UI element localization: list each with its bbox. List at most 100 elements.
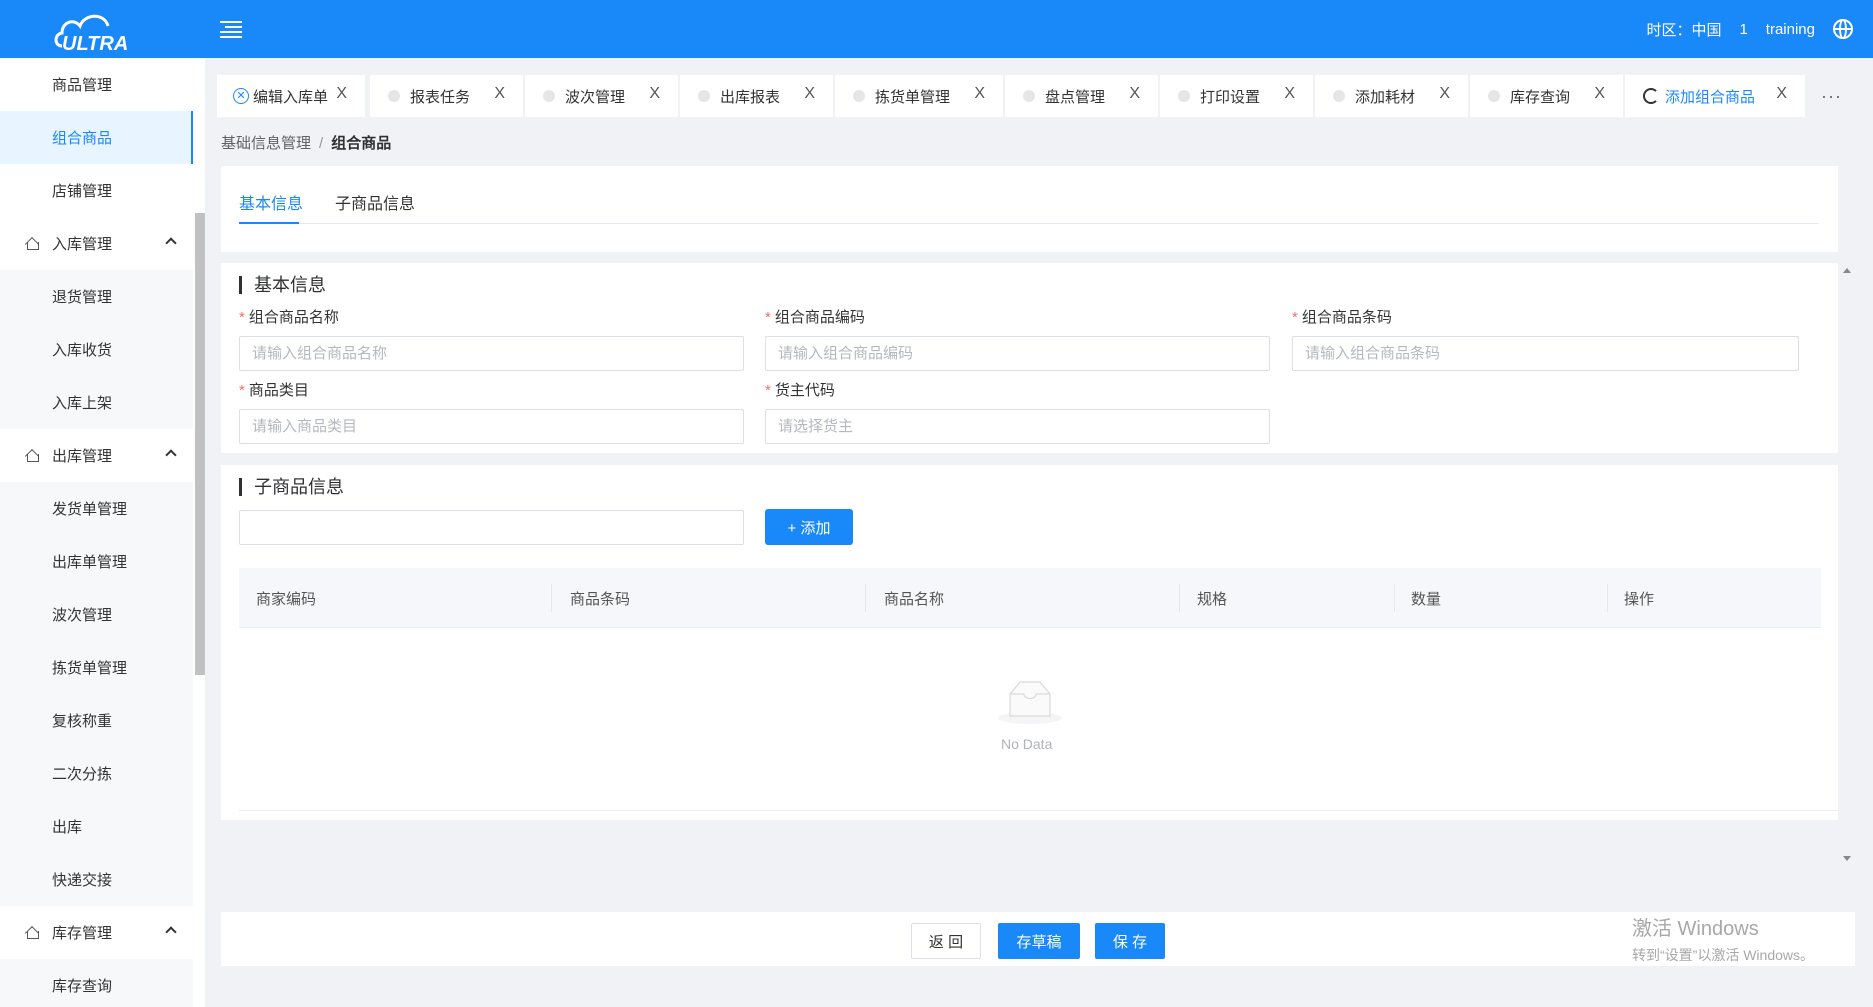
sidebar-group-outbound[interactable]: 出库管理 xyxy=(0,429,193,482)
sidebar-item-outbound-orders[interactable]: 出库单管理 xyxy=(0,535,193,588)
windows-activation-watermark: 激活 Windows 转到“设置”以激活 Windows。 xyxy=(1632,912,1814,965)
sidebar-item-waves[interactable]: 波次管理 xyxy=(0,588,193,641)
sidebar-item-label: 出库单管理 xyxy=(52,554,128,571)
status-dot-icon xyxy=(1333,90,1345,102)
sidebar-scrollbar[interactable] xyxy=(195,213,205,675)
sidebar-item-outbound[interactable]: 出库 xyxy=(0,800,193,853)
sidebar-group-label: 库存管理 xyxy=(52,925,113,942)
label-combo-name: * 组合商品名称 xyxy=(239,306,339,327)
sidebar-item-label: 商品管理 xyxy=(52,77,113,94)
tab-waves[interactable]: 波次管理 X xyxy=(525,75,678,117)
more-tabs-icon[interactable]: ··· xyxy=(1821,86,1842,107)
tab-label: 盘点管理 xyxy=(1045,88,1106,106)
tab-basic-info[interactable]: 基本信息 xyxy=(239,190,303,214)
form-tabs-panel: 基本信息 子商品信息 xyxy=(221,166,1838,252)
table-bottom-border xyxy=(239,810,1838,811)
close-icon[interactable]: X xyxy=(1776,85,1787,103)
combo-name-input[interactable] xyxy=(239,336,744,371)
notification-count[interactable]: 1 xyxy=(1739,21,1747,38)
required-mark: * xyxy=(239,309,245,326)
sidebar-item-products[interactable]: 商品管理 xyxy=(0,58,193,111)
close-icon[interactable]: X xyxy=(649,85,660,103)
sidebar-item-label: 退货管理 xyxy=(52,289,113,306)
tab-label: 报表任务 xyxy=(410,88,471,106)
label-text: 组合商品条码 xyxy=(1301,309,1392,326)
column-divider xyxy=(1607,584,1608,612)
ultra-logo[interactable]: ULTRA xyxy=(52,6,148,55)
tab-child-products[interactable]: 子商品信息 xyxy=(335,190,415,214)
tab-picking[interactable]: 拣货单管理 X xyxy=(835,75,1003,117)
sidebar-group-inbound[interactable]: 入库管理 xyxy=(0,217,193,270)
menu-toggle-icon[interactable] xyxy=(220,18,242,38)
required-mark: * xyxy=(1292,309,1298,326)
close-icon[interactable]: X xyxy=(1284,85,1295,103)
combo-code-input[interactable] xyxy=(765,336,1270,371)
add-child-button[interactable]: + 添加 xyxy=(765,509,853,545)
sidebar-item-picking[interactable]: 拣货单管理 xyxy=(0,641,193,694)
sidebar-item-returns[interactable]: 退货管理 xyxy=(0,270,193,323)
sidebar-item-shipping-orders[interactable]: 发货单管理 xyxy=(0,482,193,535)
top-bar: ULTRA 时区：中国 1 training xyxy=(0,0,1873,58)
tab-inventory-query[interactable]: 库存查询 X xyxy=(1470,75,1623,117)
close-icon[interactable]: X xyxy=(1439,85,1450,103)
close-icon[interactable]: X xyxy=(974,85,985,103)
save-button[interactable]: 保 存 xyxy=(1095,923,1165,959)
sidebar-item-weighing[interactable]: 复核称重 xyxy=(0,694,193,747)
sidebar-item-inventory-query[interactable]: 库存查询 xyxy=(0,959,193,1007)
combo-barcode-input[interactable] xyxy=(1292,336,1799,371)
breadcrumb-parent[interactable]: 基础信息管理 xyxy=(221,135,311,152)
child-search-input[interactable] xyxy=(239,510,744,545)
column-divider xyxy=(1179,584,1180,612)
tab-add-consumables[interactable]: 添加耗材 X xyxy=(1315,75,1468,117)
close-icon[interactable]: X xyxy=(494,85,505,103)
close-icon[interactable]: X xyxy=(336,85,347,103)
home-icon xyxy=(26,927,40,939)
back-button[interactable]: 返 回 xyxy=(911,923,981,959)
sidebar-item-label: 二次分拣 xyxy=(52,766,113,783)
status-dot-icon xyxy=(543,90,555,102)
sidebar-item-label: 出库 xyxy=(52,819,83,836)
tab-label: 打印设置 xyxy=(1200,88,1261,106)
required-mark: * xyxy=(765,382,771,399)
home-icon xyxy=(26,238,40,250)
sidebar-item-receiving[interactable]: 入库收货 xyxy=(0,323,193,376)
status-dot-icon xyxy=(388,90,400,102)
breadcrumb-separator: / xyxy=(319,135,324,152)
tab-print-settings[interactable]: 打印设置 X xyxy=(1160,75,1313,117)
label-text: 商品类目 xyxy=(248,382,309,399)
close-circle-icon[interactable]: ✕ xyxy=(233,88,249,104)
user-name[interactable]: training xyxy=(1766,21,1815,38)
tab-label: 波次管理 xyxy=(565,88,626,106)
language-globe-icon[interactable] xyxy=(1833,19,1853,39)
tab-outbound-report[interactable]: 出库报表 X xyxy=(680,75,833,117)
sidebar-item-label: 店铺管理 xyxy=(52,183,113,200)
tab-report-tasks[interactable]: 报表任务 X xyxy=(370,75,523,117)
sidebar-item-combo-products[interactable]: 组合商品 xyxy=(0,111,193,164)
category-input[interactable] xyxy=(239,409,744,444)
save-draft-button[interactable]: 存草稿 xyxy=(998,923,1080,959)
close-icon[interactable]: X xyxy=(804,85,815,103)
child-table-header: 商家编码 商品条码 商品名称 规格 数量 操作 xyxy=(239,568,1821,628)
tab-stocktake[interactable]: 盘点管理 X xyxy=(1005,75,1158,117)
sidebar-group-inventory[interactable]: 库存管理 xyxy=(0,906,193,959)
sidebar-item-sorting[interactable]: 二次分拣 xyxy=(0,747,193,800)
chevron-up-icon xyxy=(165,237,177,249)
tab-add-combo-product[interactable]: 添加组合商品 X xyxy=(1625,75,1805,117)
refresh-icon[interactable] xyxy=(1643,88,1659,104)
sidebar-item-putaway[interactable]: 入库上架 xyxy=(0,376,193,429)
owner-select[interactable] xyxy=(765,409,1270,444)
column-header: 规格 xyxy=(1197,591,1228,608)
sidebar-item-handover[interactable]: 快递交接 xyxy=(0,853,193,906)
sidebar-item-label: 组合商品 xyxy=(52,130,113,147)
sidebar-item-stores[interactable]: 店铺管理 xyxy=(0,164,193,217)
chevron-up-icon xyxy=(165,449,177,461)
close-icon[interactable]: X xyxy=(1594,85,1605,103)
status-dot-icon xyxy=(1023,90,1035,102)
close-icon[interactable]: X xyxy=(1129,85,1140,103)
tab-label: 添加耗材 xyxy=(1355,88,1416,106)
scroll-down-arrow-icon[interactable] xyxy=(1843,856,1851,861)
scroll-up-arrow-icon[interactable] xyxy=(1843,268,1851,273)
section-title-basic: 基本信息 xyxy=(239,276,326,294)
timezone-label: 时区：中国 xyxy=(1646,21,1722,39)
tab-edit-inbound[interactable]: ✕ 编辑入库单 X xyxy=(217,75,365,117)
